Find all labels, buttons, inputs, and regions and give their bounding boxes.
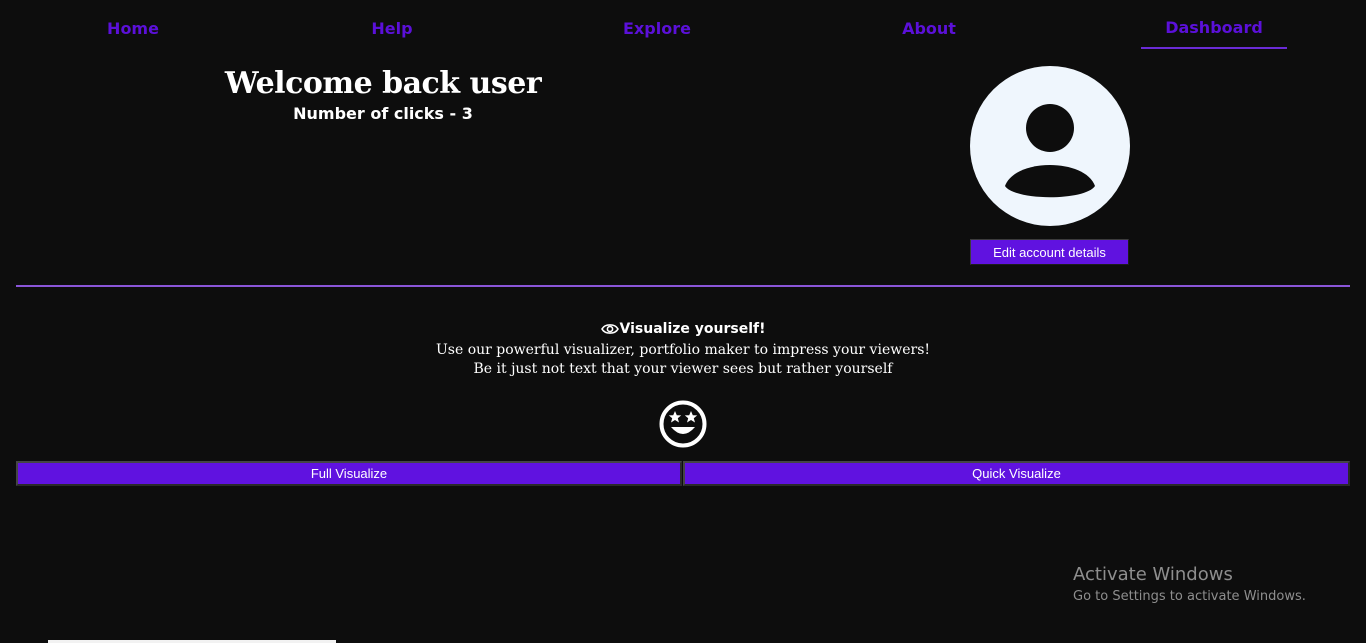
user-avatar-icon: [970, 66, 1130, 226]
nav-active-underline: [1141, 47, 1287, 49]
eye-icon: [600, 324, 619, 334]
quick-visualize-button[interactable]: Quick Visualize: [683, 461, 1350, 486]
nav-about-link[interactable]: About: [897, 19, 961, 38]
page: Home Help Explore About Dashboard Welcom…: [0, 0, 1366, 643]
avatar-graphic: [1005, 104, 1095, 198]
star-struck-smiley-icon: [659, 400, 707, 448]
visualize-heading: Visualize yourself!: [0, 321, 1366, 337]
nav-home-link[interactable]: Home: [100, 19, 166, 38]
activate-windows-subtitle: Go to Settings to activate Windows.: [1073, 589, 1306, 604]
activate-windows-title: Activate Windows: [1073, 564, 1233, 585]
full-visualize-button[interactable]: Full Visualize: [16, 461, 682, 486]
welcome-title: Welcome back user: [224, 66, 542, 101]
visualize-description-2: Be it just not text that your viewer see…: [473, 361, 893, 377]
nav-help-link[interactable]: Help: [364, 19, 420, 38]
section-divider: [16, 285, 1350, 287]
nav-explore-link[interactable]: Explore: [618, 19, 696, 38]
click-count: Number of clicks - 3: [293, 104, 473, 123]
nav-dashboard-link[interactable]: Dashboard: [1141, 18, 1287, 37]
visualize-heading-text: Visualize yourself!: [619, 321, 766, 337]
edit-account-button[interactable]: Edit account details: [970, 239, 1129, 265]
visualize-description-1: Use our powerful visualizer, portfolio m…: [435, 342, 931, 358]
